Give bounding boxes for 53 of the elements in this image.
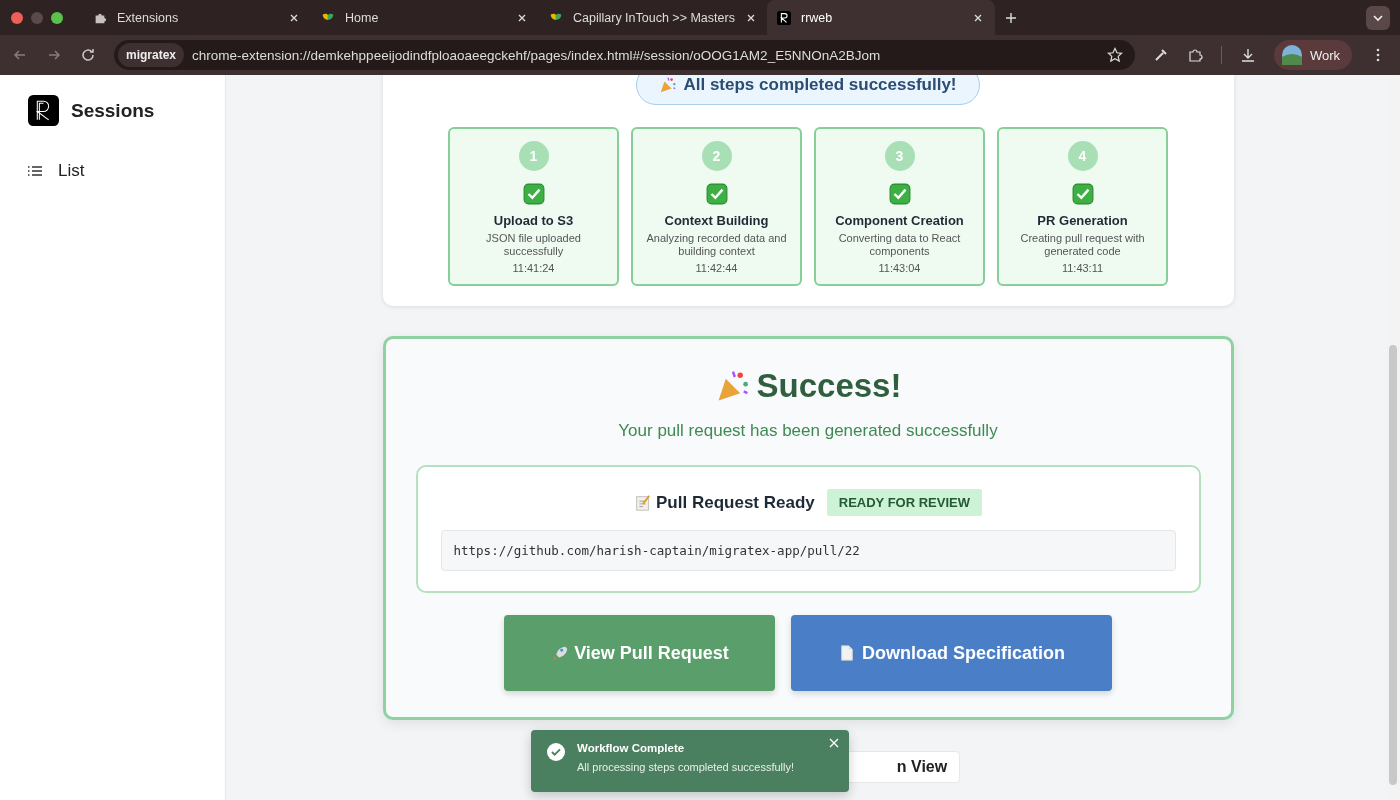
step-description: JSON file uploaded successfully: [485, 232, 582, 257]
download-button[interactable]: Download Specification: [791, 615, 1112, 691]
address-bar[interactable]: migratex chrome-extension://demkehppeeijodindfploaoaeegckehf/pages/index.html#/session/oOOG1AM2_E5NNOnA2BJom: [114, 40, 1135, 70]
step-description: Analyzing recorded data and building context: [645, 232, 788, 257]
step-number: 4: [1067, 141, 1098, 171]
step-number: 3: [884, 141, 915, 171]
step-time: 11:41:24: [512, 262, 555, 274]
step-time: 11:43:11: [1061, 262, 1104, 274]
status-badge: READY FOR REVIEW: [826, 489, 982, 516]
logo-icon: [28, 95, 59, 126]
step-description: Creating pull request with generated code: [1019, 232, 1146, 257]
profile-button[interactable]: Work: [1273, 40, 1352, 70]
new-tab-icon[interactable]: [1005, 11, 1017, 24]
scrollbar-thumb[interactable]: [1389, 345, 1397, 785]
panel-title: Pull Request Ready: [656, 492, 815, 513]
step-number: 1: [518, 141, 549, 171]
browser-tab[interactable]: Capillary InTouch >> Masters: [539, 0, 767, 35]
avatar-icon: [1281, 45, 1302, 65]
memo-icon: [634, 493, 653, 512]
step-time: 11:42:44: [695, 262, 738, 274]
app-title: Sessions: [71, 99, 155, 122]
maximize-window-button[interactable]: [51, 11, 63, 24]
step-time: 11:43:04: [878, 262, 921, 274]
step-number: 2: [701, 141, 732, 171]
success-subtitle: Your pull request has been generated successfully: [618, 421, 998, 441]
step-title: Context Building: [664, 213, 769, 228]
chevron-down-icon[interactable]: [1366, 5, 1390, 30]
reload-icon[interactable]: [80, 47, 96, 63]
close-window-button[interactable]: [11, 11, 23, 24]
toast-message: All processing steps completed successfully!: [577, 761, 796, 773]
logo-icon: [777, 10, 791, 25]
url-text: chrome-extension://demkehppeeijodindfploaoaeegckehf/pages/index.html#/session/oOOG1AM2_E5NNOnA2BJom: [192, 47, 881, 63]
puzzle-icon[interactable]: [1186, 47, 1203, 63]
sidebar-item[interactable]: List: [28, 161, 178, 181]
toast-title: Workflow Complete: [577, 742, 686, 754]
status-banner: All steps completed successfully!: [636, 75, 980, 105]
browser-tab[interactable]: rrweb: [767, 0, 995, 35]
document-icon: [838, 644, 856, 662]
step-title: Component Creation: [835, 213, 964, 228]
step-title: PR Generation: [1037, 213, 1128, 228]
download-icon[interactable]: [1239, 47, 1256, 63]
rocket-icon: [550, 644, 569, 662]
check-circle-icon: [547, 743, 565, 761]
browser-tab[interactable]: Home: [311, 0, 539, 35]
success-title: Success!: [756, 367, 902, 405]
star-icon[interactable]: [1106, 47, 1123, 63]
list-icon: [28, 166, 42, 176]
site-chip[interactable]: migratex: [118, 43, 185, 67]
browser-tab[interactable]: Extensions: [83, 0, 311, 35]
step-description: Converting data to React components: [837, 232, 962, 257]
party-popper-icon: [659, 76, 678, 94]
step-title: Upload to S3: [493, 213, 574, 228]
url-field[interactable]: https://github.com/harish-captain/migratex-app/pull/22: [440, 530, 1176, 571]
